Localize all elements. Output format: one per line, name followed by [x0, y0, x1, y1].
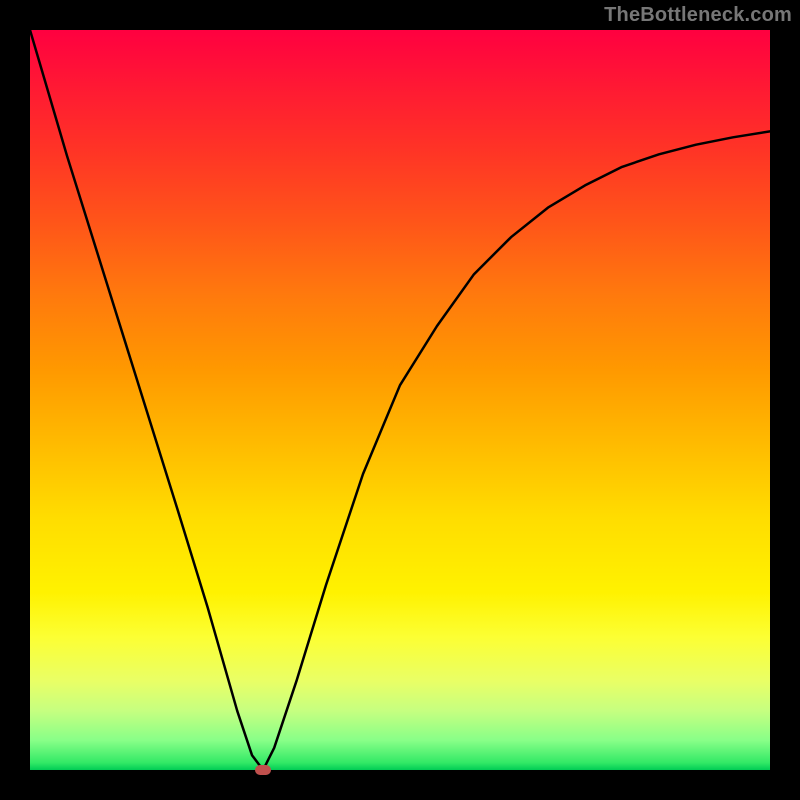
- optimal-point-marker: [255, 765, 271, 775]
- bottleneck-curve: [30, 30, 770, 770]
- plot-area: [30, 30, 770, 770]
- watermark-text: TheBottleneck.com: [604, 4, 792, 27]
- chart-frame: TheBottleneck.com: [0, 0, 800, 800]
